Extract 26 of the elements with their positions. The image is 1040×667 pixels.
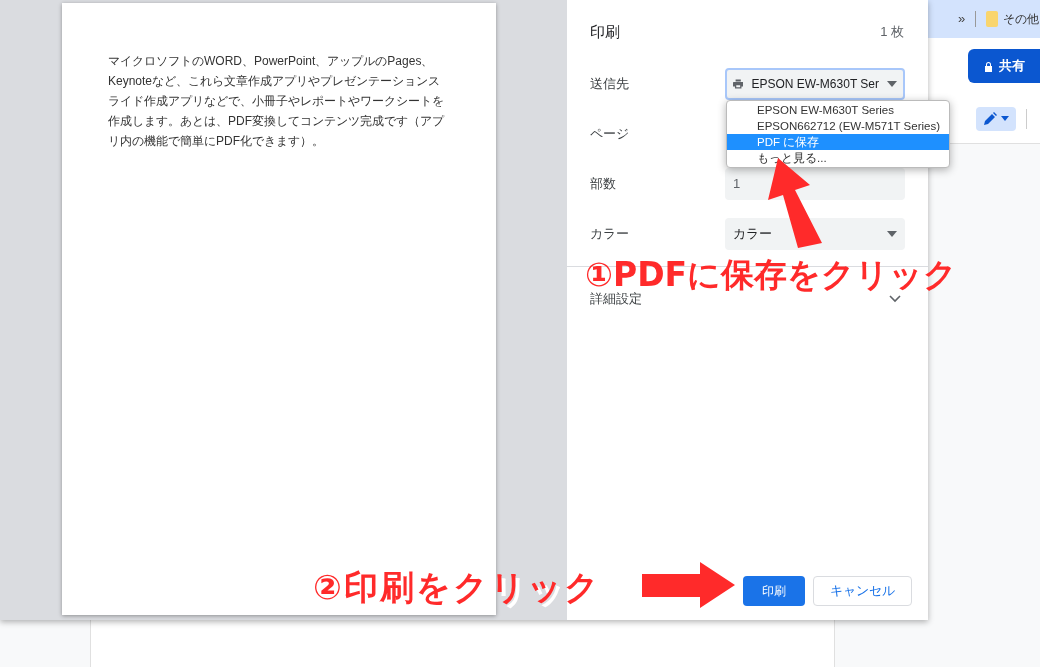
annotation-text: ②印刷をクリック (313, 566, 601, 609)
edit-mode-button[interactable] (976, 106, 1016, 131)
share-button[interactable]: 共有 (968, 49, 1040, 83)
annotation-text: ①PDFに保存をクリック (585, 258, 958, 292)
field-label: ページ (590, 125, 629, 144)
printer-icon (733, 77, 744, 91)
document-paragraph: マイクロソフトのWORD、PowerPoint、アップルのPages、Keynoteなど、これら文章作成アプリやプレゼンテーションスライド作成アプリなどで、小冊子やレポートやワークシートを作成します。あとは、PDF変換してコンテンツ完成です（アプリ内の機能で簡単にPDF化できます）。 (108, 53, 446, 150)
field-label: 部数 (590, 175, 616, 194)
folder-icon (986, 11, 999, 27)
caret-icon (887, 231, 897, 237)
printer-select[interactable]: EPSON EW-M630T Ser (725, 68, 905, 100)
arrow-icon (642, 562, 735, 608)
print-button[interactable]: 印刷 (743, 576, 805, 606)
menu-item[interactable]: EPSON662712 (EW-M571T Series) (727, 118, 949, 134)
panel-title: 印刷 (590, 21, 620, 42)
caret-icon (1000, 116, 1009, 121)
field-label: 送信先 (590, 75, 629, 94)
sheet-count: 1 枚 (880, 23, 905, 42)
pencil-icon (983, 112, 997, 125)
field-label: カラー (590, 225, 629, 244)
lock-icon (983, 60, 993, 72)
bookmark-folder[interactable]: その他 (986, 10, 1040, 28)
menu-item[interactable]: EPSON EW-M630T Series (727, 102, 949, 118)
bookmarks-overflow-button[interactable]: » (958, 9, 966, 29)
caret-icon (887, 81, 897, 87)
cancel-button[interactable]: キャンセル (813, 576, 912, 606)
